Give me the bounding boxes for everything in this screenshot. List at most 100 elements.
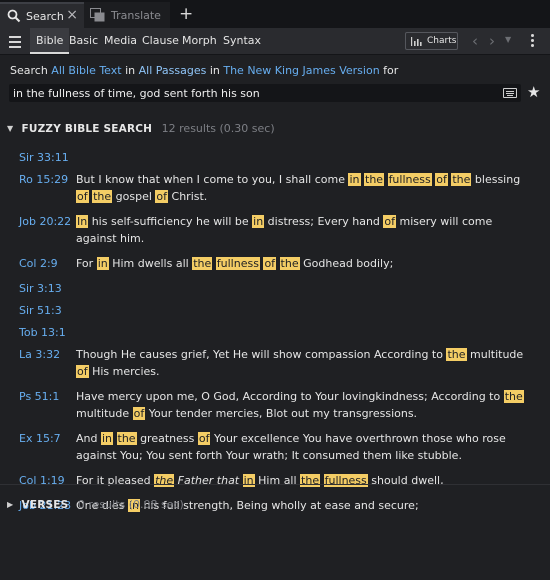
collapse-caret-icon[interactable]: ▼ [7, 124, 18, 133]
verse-text: And in the greatness of Your excellence … [76, 430, 536, 464]
result-count: 12 results (0.30 sec) [161, 122, 275, 135]
result-row: Sir 51:3 [0, 302, 550, 324]
search-icon [7, 9, 21, 23]
forward-icon[interactable]: › [489, 32, 495, 50]
more-icon[interactable] [531, 34, 534, 49]
highlighted-word: of [197, 432, 211, 445]
verse-text-segment: greatness [136, 432, 198, 445]
highlighted-word: in [348, 173, 361, 186]
result-row: Ps 51:1 Have mercy upon me, O God, Accord… [0, 388, 550, 430]
highlighted-word: the [279, 257, 300, 270]
toolbar: Bible Basic Media Clause Morph Syntax Ch… [0, 28, 550, 55]
result-row: Ro 15:29 But I know that when I come to y… [0, 171, 550, 213]
tab-label: Translate [111, 8, 161, 22]
verse-text-segment: his self-sufficiency he will be [88, 215, 253, 228]
result-row: Ex 15:7 And in the greatness of Your exce… [0, 430, 550, 472]
verse-reference-link[interactable]: La 3:32 [0, 346, 76, 380]
expand-caret-icon[interactable]: ▶ [7, 500, 18, 509]
verse-reference-link[interactable]: Col 2:9 [0, 255, 76, 272]
highlighted-word: the [503, 390, 524, 403]
verse-text: For it pleased the Father that in Him al… [76, 472, 536, 489]
highlighted-word: the [116, 432, 137, 445]
verse-text-segment: Have mercy upon me, O God, According to … [76, 390, 504, 403]
highlighted-word: the [300, 474, 321, 487]
highlighted-word: of [435, 173, 448, 186]
verse-reference-link[interactable]: Sir 33:11 [0, 149, 76, 171]
tab-morph[interactable]: Morph [176, 28, 223, 54]
verse-text-segment: blessing [471, 173, 521, 186]
search-description: Search All Bible Text in All Passages in… [10, 64, 398, 77]
highlighted-word: the [446, 348, 467, 361]
highlighted-word: in [242, 474, 255, 487]
verses-header[interactable]: ▶ VERSES 0 results (0.08 sec) [7, 498, 184, 511]
highlighted-word: of [76, 190, 89, 203]
highlighted-word: the [92, 190, 113, 203]
verse-reference-link[interactable]: Ro 15:29 [0, 171, 76, 205]
charts-label: Charts [427, 36, 457, 46]
highlighted-word: of [263, 257, 277, 270]
verse-text-segment: Though He causes grief, Yet He will show… [76, 348, 447, 361]
highlighted-word: fullness [387, 173, 432, 186]
highlighted-word: in [252, 215, 265, 228]
tab-syntax[interactable]: Syntax [217, 28, 267, 54]
verse-reference-link[interactable]: Col 1:19 [0, 472, 76, 489]
result-row: Tob 13:1 [0, 324, 550, 346]
highlighted-word: of [132, 407, 146, 420]
tab-strip: Search × Translate + [0, 0, 550, 28]
verse-text-segment: For [76, 257, 97, 270]
verse-reference-link[interactable]: Tob 13:1 [0, 324, 76, 346]
result-count: 0 results (0.08 sec) [77, 498, 184, 511]
search-scope-link[interactable]: All Bible Text [51, 64, 121, 77]
results-list: Sir 33:11 Ro 15:29 But I know that when I … [0, 149, 550, 522]
charts-button[interactable]: Charts [405, 32, 458, 50]
result-row: Job 20:22 In his self-sufficiency he will… [0, 213, 550, 255]
close-icon[interactable]: × [66, 7, 78, 23]
verse-text-segment: Him dwells all [108, 257, 193, 270]
menu-icon[interactable] [9, 36, 21, 51]
verse-reference-link[interactable]: Sir 3:13 [0, 280, 76, 302]
divider [0, 484, 550, 485]
result-row: Sir 33:11 [0, 149, 550, 171]
result-row: Col 2:9 For in Him dwells all the fullnes… [0, 255, 550, 280]
verse-text-segment: For it pleased [76, 474, 155, 487]
keyboard-icon[interactable] [503, 88, 517, 98]
verse-text-segment: Him all [254, 474, 301, 487]
section-title: VERSES [21, 499, 69, 511]
highlighted-word: fullness [215, 257, 260, 270]
highlighted-word: the [192, 257, 213, 270]
search-box [9, 84, 521, 102]
version-link[interactable]: The New King James Version [223, 64, 379, 77]
chevron-down-icon[interactable]: ▼ [505, 35, 511, 44]
fuzzy-search-header[interactable]: ▼ FUZZY BIBLE SEARCH 12 results (0.30 se… [7, 122, 275, 135]
result-row: Sir 3:13 [0, 280, 550, 302]
highlighted-word: the [364, 173, 385, 186]
tab-label: Search [26, 9, 64, 23]
verse-text: For in Him dwells all the fullness of th… [76, 255, 536, 272]
verse-text-segment: And [76, 432, 101, 445]
tab-translate[interactable]: Translate [84, 2, 170, 28]
plus-icon[interactable]: + [179, 4, 193, 24]
star-icon[interactable]: ★ [527, 83, 540, 101]
highlighted-word: fullness [323, 474, 368, 487]
translate-icon [90, 8, 105, 22]
verse-text: In his self-sufficiency he will be in di… [76, 213, 536, 247]
back-icon[interactable]: ‹ [472, 32, 478, 50]
verse-text: Have mercy upon me, O God, According to … [76, 388, 536, 422]
verse-text: Though He causes grief, Yet He will show… [76, 346, 536, 380]
passages-link[interactable]: All Passages [139, 64, 207, 77]
search-in-text-2: in [209, 64, 220, 77]
verse-text-segment: multitude [76, 407, 133, 420]
highlighted-word: of [155, 190, 169, 203]
verse-reference-link[interactable]: Sir 51:3 [0, 302, 76, 324]
highlighted-word: the [451, 173, 472, 186]
highlighted-word: the [154, 474, 175, 487]
verse-reference-link[interactable]: Job 20:22 [0, 213, 76, 247]
tab-search[interactable]: Search × [0, 2, 84, 28]
verse-text: But I know that when I come to you, I sh… [76, 171, 536, 205]
verse-reference-link[interactable]: Ps 51:1 [0, 388, 76, 422]
verse-text-segment: Godhead bodily; [299, 257, 394, 270]
search-in-text: in [125, 64, 136, 77]
verse-reference-link[interactable]: Ex 15:7 [0, 430, 76, 464]
search-for-text: for [383, 64, 399, 77]
search-input[interactable] [13, 84, 493, 102]
